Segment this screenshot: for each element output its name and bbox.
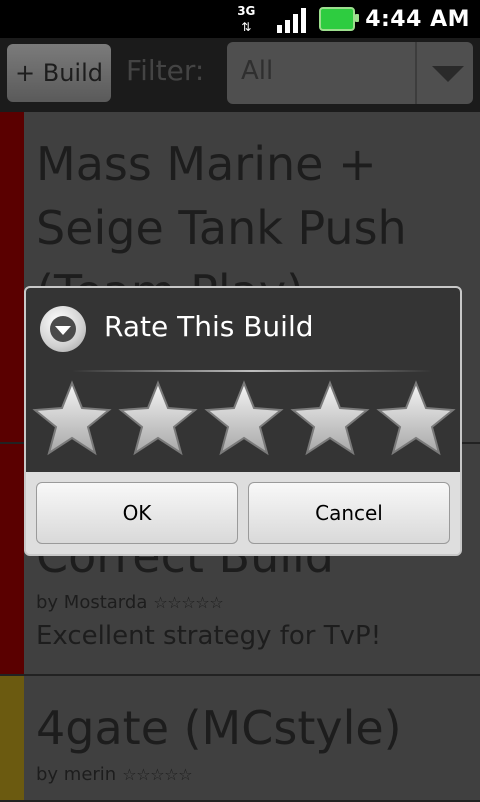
status-time: 4:44 AM <box>365 6 470 32</box>
build-title: 4gate (MCstyle) <box>36 701 402 755</box>
battery-charging-icon <box>319 7 360 31</box>
chevron-down-icon <box>432 66 464 82</box>
build-color-stripe <box>0 112 24 442</box>
dialog-header: Rate This Build <box>26 288 460 472</box>
rating-bar[interactable] <box>32 380 456 456</box>
rate-build-dialog: Rate This Build OK Cancel <box>24 286 462 556</box>
build-author: by merin <box>36 764 117 785</box>
rating-stars-icon: ☆☆☆☆☆ <box>153 593 224 612</box>
signal-strength-icon <box>277 5 309 33</box>
dialog-button-bar: OK Cancel <box>26 472 460 554</box>
filter-selected-value: All <box>241 56 274 86</box>
filter-divider <box>415 42 417 104</box>
star-icon[interactable] <box>376 380 456 456</box>
star-icon[interactable] <box>118 380 198 456</box>
filter-label: Filter: <box>126 54 205 87</box>
build-author: by Mostarda <box>36 592 148 613</box>
list-item[interactable]: 4gate (MCstyle) by merin ☆☆☆☆☆ <box>0 676 480 802</box>
rating-stars-icon: ☆☆☆☆☆ <box>122 765 193 784</box>
network-3g-icon: 3G ⇅ <box>237 4 267 34</box>
filter-select[interactable]: All <box>227 42 473 104</box>
network-label: 3G <box>237 4 256 18</box>
star-icon[interactable] <box>204 380 284 456</box>
toolbar: + Build Filter: All <box>0 38 480 112</box>
status-bar: 3G ⇅ 4:44 AM <box>0 0 480 38</box>
build-description: Excellent strategy for TvP! <box>36 621 382 651</box>
build-color-stripe <box>0 444 24 674</box>
star-icon[interactable] <box>290 380 370 456</box>
star-icon[interactable] <box>32 380 112 456</box>
dropdown-circle-icon <box>40 306 86 352</box>
ok-button[interactable]: OK <box>36 482 238 544</box>
data-activity-icon: ⇅ <box>241 20 252 34</box>
cancel-button[interactable]: Cancel <box>248 482 450 544</box>
dialog-divider <box>72 370 432 372</box>
dialog-title: Rate This Build <box>104 310 314 343</box>
build-color-stripe <box>0 676 24 800</box>
add-build-button[interactable]: + Build <box>7 44 111 102</box>
status-icons: 3G ⇅ 4:44 AM <box>237 4 470 34</box>
